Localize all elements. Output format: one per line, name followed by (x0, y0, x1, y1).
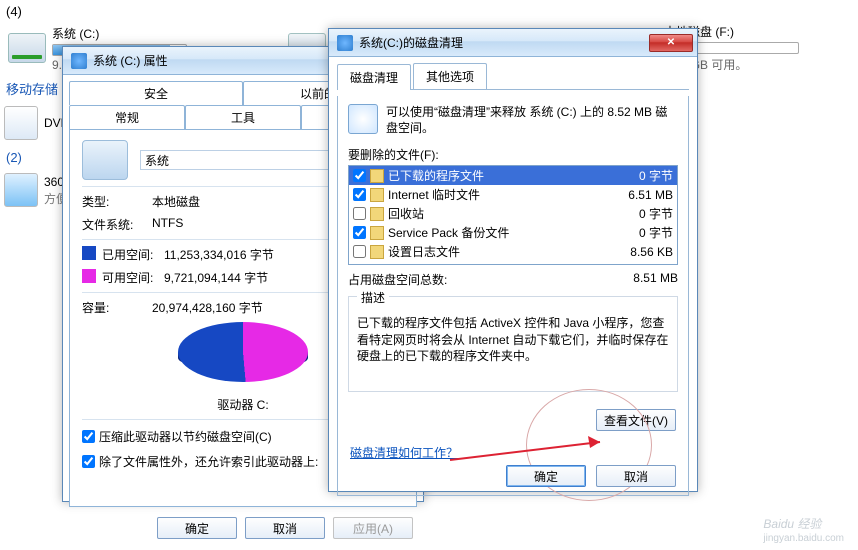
drive-icon (8, 33, 46, 63)
description-group: 描述 已下载的程序文件包括 ActiveX 控件和 Java 小程序，您查看特定… (348, 296, 678, 392)
file-icon (370, 188, 384, 202)
tab-disk-cleanup[interactable]: 磁盘清理 (337, 64, 411, 90)
tab-general[interactable]: 常规 (69, 105, 185, 129)
file-checkbox[interactable] (353, 188, 366, 201)
apply-button: 应用(A) (333, 517, 413, 539)
view-files-button[interactable]: 查看文件(V) (596, 409, 676, 431)
drive-label-input[interactable] (140, 150, 340, 170)
total-label: 占用磁盘空间总数: (348, 271, 447, 288)
tab-tools[interactable]: 工具 (185, 105, 301, 129)
free-color-swatch (82, 269, 96, 283)
file-checkbox[interactable] (353, 245, 366, 258)
titlebar[interactable]: 系统(C:)的磁盘清理 ✕ (329, 29, 697, 57)
file-checkbox[interactable] (353, 207, 366, 220)
index-checkbox[interactable] (82, 455, 95, 468)
file-checkbox[interactable] (353, 169, 366, 182)
file-icon (370, 207, 384, 221)
drive-large-icon (82, 140, 128, 180)
file-list-row[interactable]: 设置日志文件8.56 KB (349, 242, 677, 261)
file-list-row[interactable]: Service Pack 备份文件0 字节 (349, 223, 677, 242)
cancel-button[interactable]: 取消 (245, 517, 325, 539)
cleanup-message: 可以使用“磁盘清理”来释放 系统 (C:) 上的 8.52 MB 磁盘空间。 (386, 104, 678, 136)
tab-security[interactable]: 安全 (69, 81, 243, 105)
section-count-1: (4) (0, 0, 858, 21)
description-text: 已下载的程序文件包括 ActiveX 控件和 Java 小程序，您查看特定网页时… (357, 315, 669, 364)
help-link[interactable]: 磁盘清理如何工作？ (350, 444, 458, 461)
tab-more-options[interactable]: 其他选项 (413, 63, 487, 89)
capacity-pie-chart (178, 322, 308, 394)
ok-button[interactable]: 确定 (506, 465, 586, 487)
file-icon (370, 245, 384, 259)
disk-cleanup-window: 系统(C:)的磁盘清理 ✕ 磁盘清理 其他选项 可以使用“磁盘清理”来释放 系统… (328, 28, 698, 492)
compress-checkbox[interactable] (82, 430, 95, 443)
drive-icon (71, 53, 87, 69)
file-list-row[interactable]: 回收站0 字节 (349, 204, 677, 223)
file-icon (370, 226, 384, 240)
used-color-swatch (82, 246, 96, 260)
files-listbox[interactable]: 已下载的程序文件0 字节Internet 临时文件6.51 MB回收站0 字节S… (348, 165, 678, 265)
cleanup-icon (337, 35, 353, 51)
files-label: 要删除的文件(F): (348, 146, 678, 163)
file-icon (370, 169, 384, 183)
total-value: 8.51 MB (633, 271, 678, 288)
disc-icon (4, 106, 38, 140)
file-list-row[interactable]: 已下载的程序文件0 字节 (349, 166, 677, 185)
cloud-icon (4, 173, 38, 207)
cancel-button[interactable]: 取消 (596, 465, 676, 487)
file-checkbox[interactable] (353, 226, 366, 239)
cleanup-large-icon (348, 104, 378, 134)
window-title: 系统(C:)的磁盘清理 (359, 34, 647, 51)
file-list-row[interactable]: Internet 临时文件6.51 MB (349, 185, 677, 204)
ok-button[interactable]: 确定 (157, 517, 237, 539)
close-button[interactable]: ✕ (649, 34, 693, 52)
